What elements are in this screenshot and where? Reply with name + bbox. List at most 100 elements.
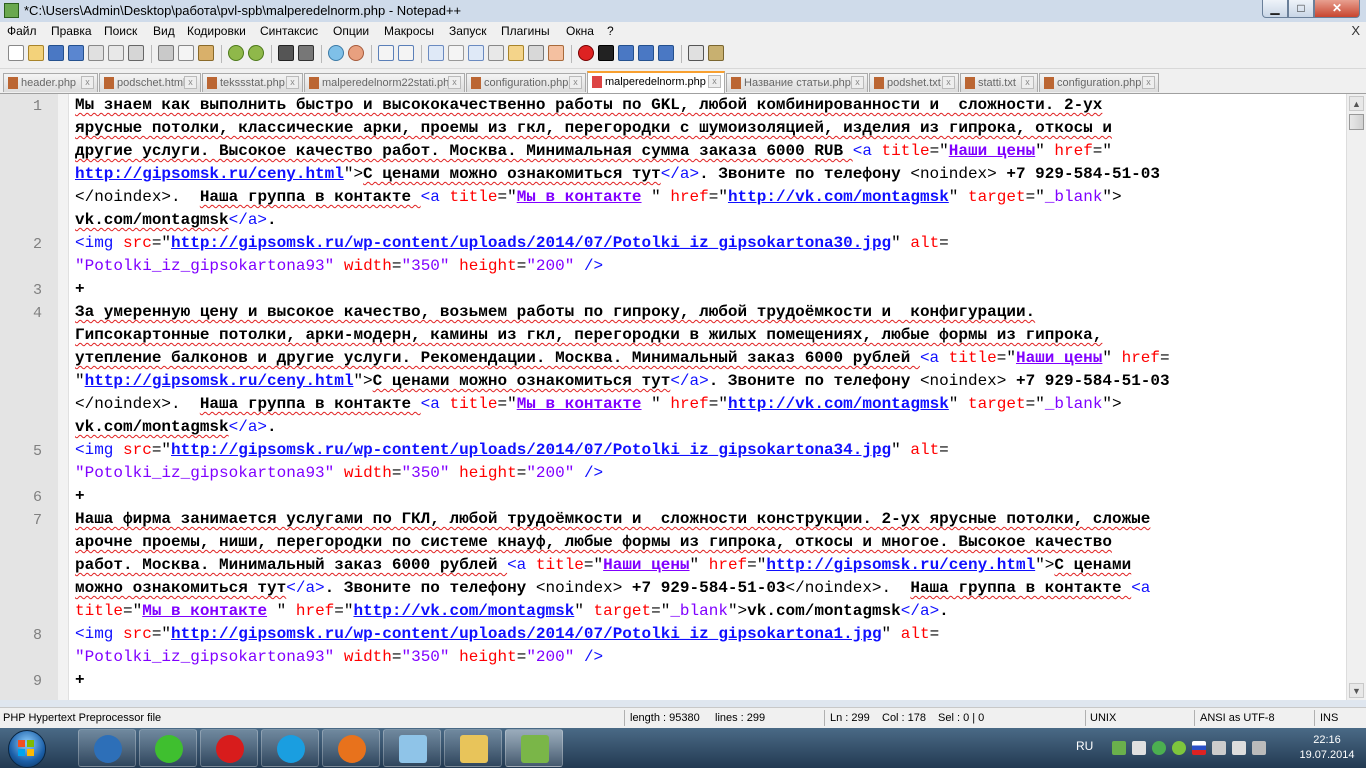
- replace-icon[interactable]: [298, 45, 314, 61]
- tab-close-icon[interactable]: x: [708, 75, 721, 88]
- tab-close-icon[interactable]: x: [81, 76, 94, 89]
- menu-view[interactable]: Вид: [153, 24, 175, 38]
- close-all-icon[interactable]: [108, 45, 124, 61]
- menu-encoding[interactable]: Кодировки: [187, 24, 246, 38]
- code-token[interactable]: http://gipsomsk.ru/ceny.html: [75, 165, 344, 183]
- menu-file[interactable]: Файл: [7, 24, 37, 38]
- close-document-x[interactable]: X: [1351, 23, 1360, 38]
- code-line[interactable]: арочне проемы, ниши, перегородки по сист…: [75, 531, 1112, 554]
- close-button[interactable]: ✕: [1314, 0, 1360, 18]
- tab-header-php[interactable]: header.php x: [3, 73, 98, 92]
- tab-close-icon[interactable]: x: [184, 76, 197, 89]
- menu-plugins[interactable]: Плагины: [501, 24, 550, 38]
- code-token[interactable]: Наши цены: [949, 142, 1035, 160]
- taskbar-app-explorer[interactable]: [444, 729, 502, 767]
- open-file-icon[interactable]: [28, 45, 44, 61]
- tab-close-icon[interactable]: x: [1142, 76, 1155, 89]
- code-token[interactable]: http://gipsomsk.ru/ceny.html: [85, 372, 354, 390]
- zoom-in-icon[interactable]: [328, 45, 344, 61]
- tab-malperedelnorm-php[interactable]: malperedelnorm.php x: [587, 71, 725, 93]
- plugin-icon[interactable]: [708, 45, 724, 61]
- stop-macro-icon[interactable]: [598, 45, 614, 61]
- code-line[interactable]: <img src="http://gipsomsk.ru/wp-content/…: [75, 232, 949, 255]
- code-line[interactable]: title="Мы в контакте " href="http://vk.c…: [75, 600, 949, 623]
- close-file-icon[interactable]: [88, 45, 104, 61]
- code-token[interactable]: http://vk.com/montagmsk: [353, 602, 574, 620]
- save-all-icon[interactable]: [68, 45, 84, 61]
- code-editor[interactable]: 1 2 3 4 5 6 7 8 9 Мы знаем как выполнить…: [0, 94, 1346, 700]
- code-token[interactable]: http://vk.com/montagmsk: [728, 395, 949, 413]
- cut-icon[interactable]: [158, 45, 174, 61]
- menu-edit[interactable]: Правка: [51, 24, 92, 38]
- power-icon[interactable]: [1252, 741, 1266, 755]
- code-line[interactable]: "Potolki_iz_gipsokartona93" width="350" …: [75, 462, 603, 485]
- code-line[interactable]: <img src="http://gipsomsk.ru/wp-content/…: [75, 623, 939, 646]
- folder-workspace-icon[interactable]: [548, 45, 564, 61]
- scroll-down-arrow-icon[interactable]: ▼: [1349, 683, 1364, 698]
- find-icon[interactable]: [278, 45, 294, 61]
- tab-close-icon[interactable]: x: [851, 76, 864, 89]
- code-line[interactable]: </noindex>. Наша группа в контакте <a ti…: [75, 393, 1122, 416]
- taskbar-app-launcher[interactable]: [78, 729, 136, 767]
- menu-options[interactable]: Опции: [333, 24, 369, 38]
- menu-run[interactable]: Запуск: [449, 24, 487, 38]
- sync-vertical-icon[interactable]: [378, 45, 394, 61]
- tab-close-icon[interactable]: x: [1021, 76, 1034, 89]
- tab-podschet-html[interactable]: podschet.html x: [99, 73, 201, 92]
- tab-podshet-txt[interactable]: podshet.txt x: [869, 73, 959, 92]
- code-token[interactable]: http://gipsomsk.ru/wp-content/uploads/20…: [171, 441, 891, 459]
- code-line[interactable]: http://gipsomsk.ru/ceny.html">С ценами м…: [75, 163, 1160, 186]
- code-token[interactable]: http://gipsomsk.ru/wp-content/uploads/20…: [171, 234, 891, 252]
- minimize-button[interactable]: ▁: [1262, 0, 1288, 18]
- code-token[interactable]: Мы в контакте: [517, 188, 642, 206]
- record-macro-icon[interactable]: [578, 45, 594, 61]
- save-macro-icon[interactable]: [658, 45, 674, 61]
- undo-icon[interactable]: [228, 45, 244, 61]
- code-line[interactable]: "Potolki_iz_gipsokartona93" width="350" …: [75, 646, 603, 669]
- code-token[interactable]: http://gipsomsk.ru/ceny.html: [766, 556, 1035, 574]
- tray-app-icon[interactable]: [1112, 741, 1126, 755]
- code-line[interactable]: +: [75, 669, 85, 692]
- code-line[interactable]: За умеренную цену и высокое качество, во…: [75, 301, 1035, 324]
- taskbar-app-notes[interactable]: [383, 729, 441, 767]
- play-macro-icon[interactable]: [618, 45, 634, 61]
- russian-flag-icon[interactable]: [1192, 741, 1206, 755]
- code-token[interactable]: Наши цены: [1016, 349, 1102, 367]
- show-all-chars-icon[interactable]: [448, 45, 464, 61]
- tab-close-icon[interactable]: x: [286, 76, 299, 89]
- code-token[interactable]: http://vk.com/montagmsk: [728, 188, 949, 206]
- function-list-icon[interactable]: [528, 45, 544, 61]
- vertical-scrollbar[interactable]: ▲ ▼: [1346, 94, 1366, 700]
- indent-guide-icon[interactable]: [468, 45, 484, 61]
- tab-configuration-php-2[interactable]: configuration.php x: [1039, 73, 1159, 92]
- taskbar-app-skype[interactable]: [261, 729, 319, 767]
- ds-plugin-icon[interactable]: [688, 45, 704, 61]
- new-file-icon[interactable]: [8, 45, 24, 61]
- zoom-out-icon[interactable]: [348, 45, 364, 61]
- scroll-up-arrow-icon[interactable]: ▲: [1349, 96, 1364, 111]
- redo-icon[interactable]: [248, 45, 264, 61]
- tab-statti-txt[interactable]: statti.txt x: [960, 73, 1038, 92]
- code-line[interactable]: Гипсокартонные потолки, арки-модерн, кам…: [75, 324, 1102, 347]
- code-line[interactable]: </noindex>. Наша группа в контакте <a ti…: [75, 186, 1122, 209]
- paste-icon[interactable]: [198, 45, 214, 61]
- taskbar-app-opera[interactable]: [200, 729, 258, 767]
- menu-windows[interactable]: Окна: [566, 24, 594, 38]
- save-icon[interactable]: [48, 45, 64, 61]
- taskbar-app-firefox[interactable]: [322, 729, 380, 767]
- code-line[interactable]: Наша фирма занимается услугами по ГКЛ, л…: [75, 508, 1150, 531]
- code-line[interactable]: Мы знаем как выполнить быстро и высокока…: [75, 94, 1102, 117]
- tab-tekssstat-php[interactable]: tekssstat.php x: [202, 73, 303, 92]
- udl-icon[interactable]: [488, 45, 504, 61]
- tab-malperedelnorm22stati-php[interactable]: malperedelnorm22stati.php x: [304, 73, 465, 92]
- clock[interactable]: 22:16 19.07.2014: [1292, 733, 1362, 763]
- start-button[interactable]: [2, 729, 54, 768]
- fold-margin[interactable]: [58, 94, 69, 700]
- taskbar-app-notepadpp[interactable]: [505, 729, 563, 767]
- tab-close-icon[interactable]: x: [942, 76, 955, 89]
- code-line[interactable]: можно ознакомиться тут</a>. Звоните по т…: [75, 577, 1150, 600]
- code-token[interactable]: Мы в контакте: [142, 602, 267, 620]
- tray-icq-icon[interactable]: [1172, 741, 1186, 755]
- language-indicator[interactable]: RU: [1076, 739, 1093, 753]
- volume-icon[interactable]: [1232, 741, 1246, 755]
